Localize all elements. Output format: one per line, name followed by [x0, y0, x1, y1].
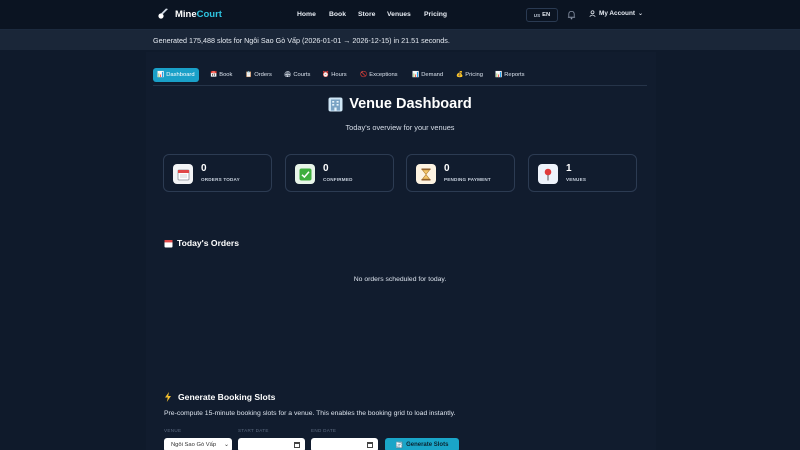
tab-orders[interactable]: 📋 Orders	[245, 68, 272, 82]
tab-exceptions[interactable]: 🚫 Exceptions	[360, 68, 398, 82]
venue-select-value: Ngôi Sao Gò Vấp	[171, 442, 217, 448]
calendar-icon	[173, 164, 193, 184]
clipboard-icon: 📋	[245, 72, 253, 78]
nav-home-link[interactable]: Home	[297, 11, 316, 18]
chart-icon: 📊	[412, 72, 420, 78]
tab-reports[interactable]: 📊 Reports	[495, 68, 525, 82]
stat-value: 0	[201, 163, 207, 174]
start-date-label: START DATE	[238, 428, 269, 433]
tab-demand[interactable]: 📊 Demand	[412, 68, 443, 82]
venue-select[interactable]: Ngôi Sao Gò Vấp ⌄	[164, 438, 232, 450]
nav-pricing-link[interactable]: Pricing	[424, 11, 447, 18]
tab-label: Reports	[504, 72, 525, 78]
generate-description: Pre-compute 15-minute booking slots for …	[164, 410, 456, 417]
nav-venues-link[interactable]: Venues	[387, 11, 411, 18]
end-date-label: END DATE	[311, 428, 337, 433]
tab-pricing[interactable]: 💰 Pricing	[456, 68, 483, 82]
money-bag-icon: 💰	[456, 72, 464, 78]
pin-icon	[538, 164, 558, 184]
chevron-down-icon: ⌄	[223, 442, 229, 448]
language-switcher[interactable]: US EN	[526, 8, 558, 22]
banner-message: Generated 175,488 slots for Ngôi Sao Gò …	[153, 36, 450, 45]
tab-label: Pricing	[465, 72, 483, 78]
tab-label: Dashboard	[166, 72, 195, 78]
brand-logo[interactable]: MineCourt	[157, 8, 222, 20]
user-icon	[589, 10, 596, 17]
chart-icon: 📊	[157, 72, 165, 78]
tab-label: Hours	[331, 72, 347, 78]
orders-empty-message: No orders scheduled for today.	[353, 276, 447, 283]
account-label: My Account	[599, 10, 635, 17]
section-title-text: Today's Orders	[177, 238, 240, 248]
stat-value: 0	[323, 163, 329, 174]
stat-card-confirmed: 0 CONFIRMED	[285, 154, 394, 192]
stat-card-venues: 1 VENUES	[528, 154, 637, 192]
venue-field-label: VENUE	[164, 428, 182, 433]
tab-label: Exceptions	[369, 72, 398, 78]
nav-store-link[interactable]: Store	[358, 11, 375, 18]
building-icon	[328, 97, 343, 111]
bell-icon[interactable]	[567, 10, 576, 20]
stat-label: CONFIRMED	[323, 177, 353, 182]
language-code: EN	[542, 12, 551, 18]
shuttlecock-icon	[158, 8, 168, 19]
stat-value: 0	[444, 163, 450, 174]
account-menu[interactable]: My Account ⌄	[589, 10, 643, 17]
page-title: Venue Dashboard	[0, 96, 800, 112]
tab-hours[interactable]: ⏰ Hours	[322, 68, 347, 82]
generate-slots-button[interactable]: 🔄 Generate Slots	[385, 438, 459, 450]
end-date-input[interactable]	[311, 438, 378, 450]
stat-card-pending-payment: 0 PENDING PAYMENT	[406, 154, 515, 192]
refresh-icon: 🔄	[395, 442, 404, 449]
tab-label: Demand	[421, 72, 444, 78]
section-generate-title: Generate Booking Slots	[164, 392, 275, 402]
stat-label: PENDING PAYMENT	[444, 177, 491, 182]
alarm-clock-icon: ⏰	[322, 72, 330, 78]
page-title-text: Venue Dashboard	[349, 96, 472, 112]
tab-label: Orders	[254, 72, 272, 78]
tab-dashboard[interactable]: 📊 Dashboard	[153, 68, 199, 82]
tab-label: Courts	[293, 72, 311, 78]
tab-book[interactable]: 📅 Book	[210, 68, 232, 82]
stat-value: 1	[566, 163, 572, 174]
stat-label: ORDERS TODAY	[201, 177, 240, 182]
flag-label: US	[533, 12, 541, 18]
prohibited-icon: 🚫	[360, 72, 368, 78]
stat-label: VENUES	[566, 177, 587, 182]
page-subtitle: Today's overview for your venues	[345, 123, 455, 132]
stat-card-orders-today: 0 ORDERS TODAY	[163, 154, 272, 192]
calendar-icon[interactable]	[294, 442, 300, 448]
calendar-icon[interactable]	[367, 442, 373, 448]
tab-label: Book	[219, 72, 233, 78]
tab-courts[interactable]: 🏟 Courts	[284, 68, 310, 82]
calendar-icon: 📅	[210, 72, 218, 78]
lightning-icon	[165, 392, 171, 402]
chevron-down-icon: ⌄	[637, 11, 644, 17]
stadium-icon: 🏟	[284, 72, 292, 78]
tabs-divider	[153, 85, 647, 86]
hourglass-icon	[416, 164, 436, 184]
start-date-input[interactable]	[238, 438, 305, 450]
brand-name: MineCourt	[175, 8, 222, 20]
check-icon	[295, 164, 315, 184]
section-todays-orders-title: Today's Orders	[164, 238, 239, 248]
chart-icon: 📊	[495, 72, 503, 78]
calendar-icon	[164, 239, 173, 247]
section-title-text: Generate Booking Slots	[178, 392, 276, 402]
nav-book-link[interactable]: Book	[329, 11, 346, 18]
button-label: Generate Slots	[406, 442, 449, 448]
